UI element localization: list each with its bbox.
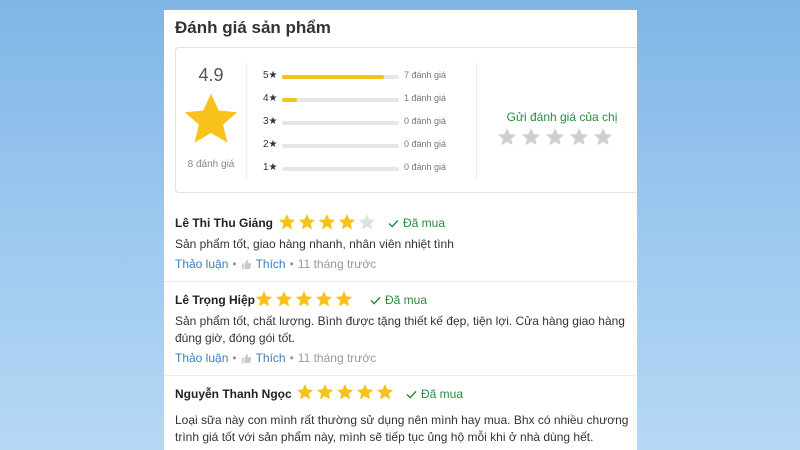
review-time: 11 tháng trước [297, 257, 377, 271]
rate-star-1-icon[interactable] [497, 127, 517, 147]
separator-dot: • [232, 351, 237, 365]
like-link[interactable]: Thích [256, 257, 286, 271]
rating-bar-track [282, 167, 399, 171]
rating-bar-track [282, 144, 399, 148]
star-filled-icon [338, 214, 356, 230]
review-stars [296, 383, 394, 401]
review-panel: Đánh giá sản phẩm 4.9 8 đánh giá 5★ 7 đá… [164, 10, 637, 450]
star-filled-icon [316, 384, 334, 400]
rating-bar-count: 0 đánh giá [404, 162, 447, 172]
rating-input-stars [497, 127, 613, 147]
rating-bar-label: 1★ [263, 162, 278, 173]
star-filled-icon [255, 291, 273, 307]
divider [246, 62, 247, 180]
rate-star-3-icon[interactable] [545, 127, 565, 147]
rating-bar-label: 5★ [263, 70, 278, 81]
rating-bar-fill [282, 98, 297, 102]
separator-dot: • [232, 257, 237, 271]
reviewer-name: Lê Trọng Hiệp [175, 293, 256, 307]
separator-dot: • [289, 351, 294, 365]
review-stars [255, 290, 353, 308]
rating-bar-count: 7 đánh giá [404, 70, 447, 80]
thumbs-up-icon[interactable] [241, 259, 252, 270]
check-icon [388, 219, 399, 228]
thumbs-up-icon[interactable] [241, 353, 252, 364]
rate-star-2-icon[interactable] [521, 127, 541, 147]
divider [476, 62, 477, 180]
divider [164, 281, 637, 282]
star-filled-icon [298, 214, 316, 230]
review-text: Sản phẩm tốt, giao hàng nhanh, nhân viên… [175, 237, 454, 251]
rating-bar-count: 0 đánh giá [404, 116, 447, 126]
star-filled-icon [376, 384, 394, 400]
review-time: 11 tháng trước [297, 351, 377, 365]
rating-bar-track [282, 98, 399, 102]
reviewer-name: Nguyễn Thanh Ngọc [175, 387, 292, 401]
discuss-link[interactable]: Thảo luận [175, 257, 228, 271]
divider [164, 375, 637, 376]
star-empty-icon [358, 214, 376, 230]
rating-bar-track [282, 121, 399, 125]
rating-bar-count: 1 đánh giá [404, 93, 447, 103]
check-icon [370, 296, 381, 305]
review-meta: Thảo luận • Thích • 11 tháng trước [175, 257, 376, 271]
star-filled-icon [275, 291, 293, 307]
star-filled-icon [295, 291, 313, 307]
review-stars [278, 213, 376, 231]
star-filled-icon [315, 291, 333, 307]
rate-star-4-icon[interactable] [569, 127, 589, 147]
rating-bar-1: 1★ 0 đánh giá [263, 162, 483, 176]
review-text: Sản phẩm tốt, chất lượng. Bình được tặng… [175, 314, 625, 345]
reviewer-name: Lê Thi Thu Giảng [175, 216, 273, 230]
rating-bar-5: 5★ 7 đánh giá [263, 70, 483, 84]
like-link[interactable]: Thích [256, 351, 286, 365]
rate-star-5-icon[interactable] [593, 127, 613, 147]
discuss-link[interactable]: Thảo luận [175, 351, 228, 365]
review-text: Loại sữa này con mình rất thường sử dụng… [175, 413, 629, 444]
section-title: Đánh giá sản phẩm [175, 18, 331, 37]
rating-bar-label: 4★ [263, 93, 278, 104]
submit-rating-link[interactable]: Gửi đánh giá của chị [486, 110, 637, 124]
separator-dot: • [289, 257, 294, 271]
rating-bar-3: 3★ 0 đánh giá [263, 116, 483, 130]
rating-bar-count: 0 đánh giá [404, 139, 447, 149]
star-filled-icon [356, 384, 374, 400]
star-icon [184, 93, 238, 143]
average-rating-value: 4.9 [198, 65, 224, 85]
rating-bar-label: 2★ [263, 139, 278, 150]
rating-summary: 4.9 8 đánh giá 5★ 7 đánh giá 4★ 1 đánh g… [175, 47, 637, 193]
purchased-label: Đã mua [421, 387, 464, 401]
purchased-badge: Đã mua [406, 387, 463, 401]
star-filled-icon [335, 291, 353, 307]
star-filled-icon [336, 384, 354, 400]
purchased-label: Đã mua [385, 293, 428, 307]
total-reviews-count: 8 đánh giá [187, 159, 235, 170]
star-filled-icon [296, 384, 314, 400]
rating-bar-fill [282, 75, 385, 79]
review-meta: Thảo luận • Thích • 11 tháng trước [175, 351, 376, 365]
rating-bar-track [282, 75, 399, 79]
rating-bar-2: 2★ 0 đánh giá [263, 139, 483, 153]
rating-bar-label: 3★ [263, 116, 278, 127]
star-filled-icon [278, 214, 296, 230]
purchased-label: Đã mua [403, 216, 446, 230]
purchased-badge: Đã mua [370, 293, 427, 307]
check-icon [406, 390, 417, 399]
rating-bar-4: 4★ 1 đánh giá [263, 93, 483, 107]
star-filled-icon [318, 214, 336, 230]
purchased-badge: Đã mua [388, 216, 445, 230]
